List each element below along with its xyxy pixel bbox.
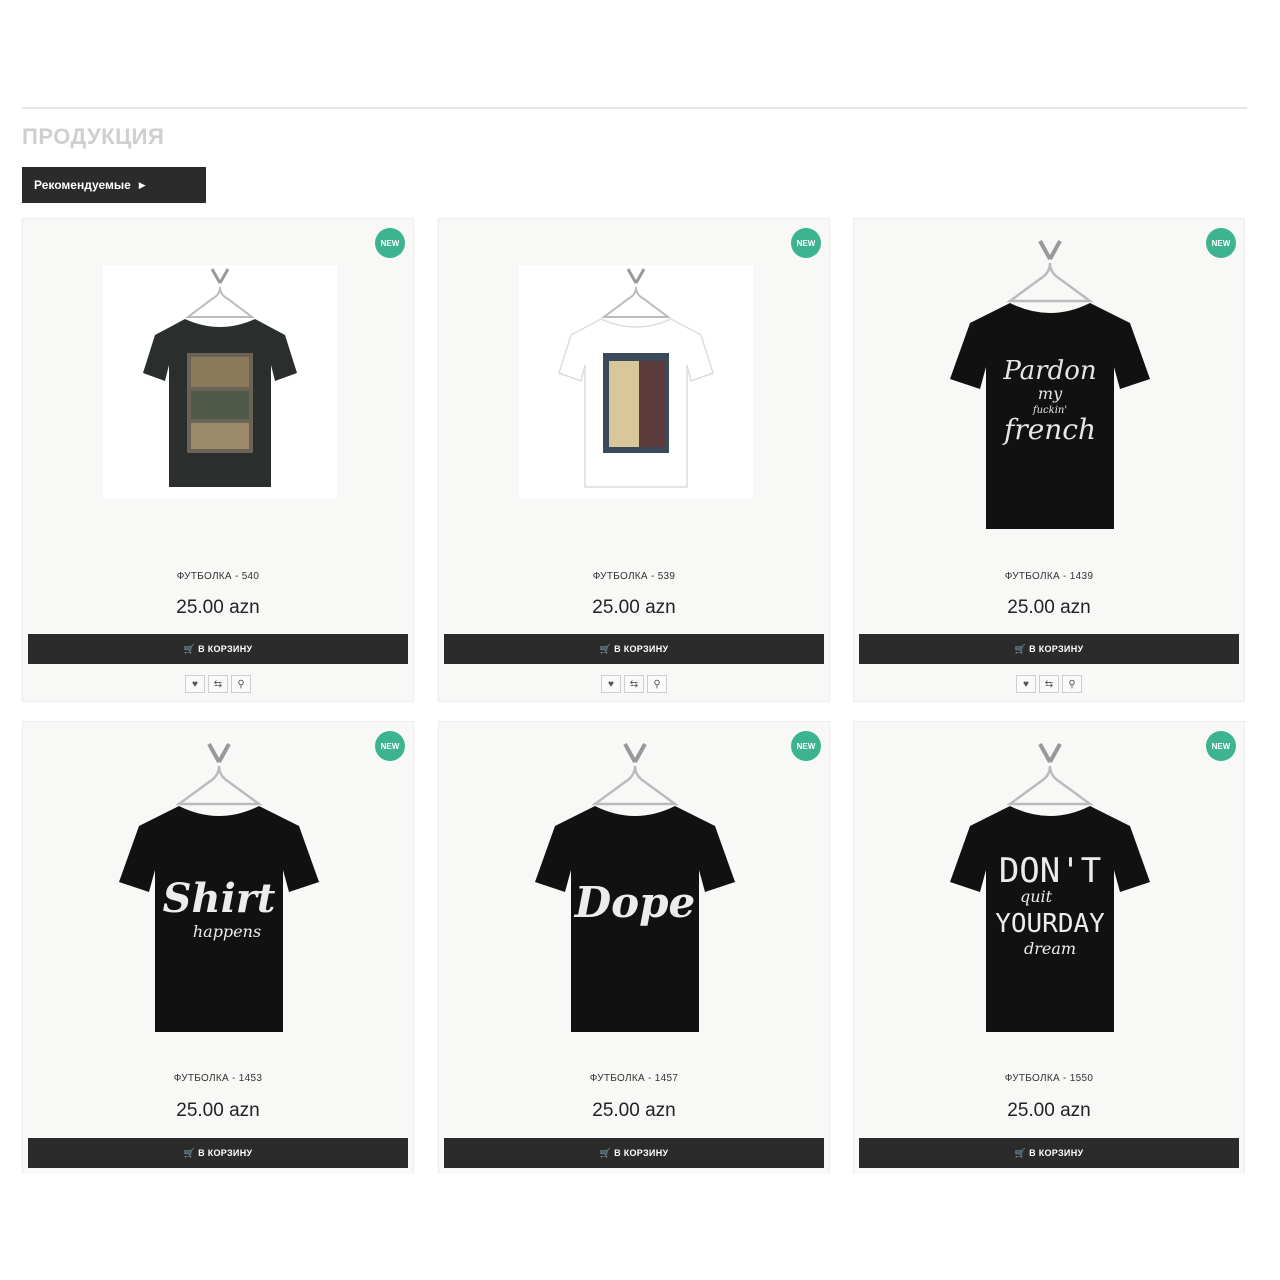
cart-icon: 🛒: [1014, 1147, 1027, 1158]
product-image[interactable]: [519, 265, 753, 499]
svg-text:dream: dream: [1024, 939, 1076, 958]
svg-text:Pardon: Pardon: [1002, 356, 1096, 386]
add-to-cart-button[interactable]: 🛒 В КОРЗИНУ: [859, 634, 1239, 664]
new-badge: NEW: [1206, 228, 1236, 258]
add-to-cart-label: В КОРЗИНУ: [198, 644, 253, 654]
product-card[interactable]: NEW ФУТБОЛКА - 540 25.00 azn 🛒 В КОРЗИНУ…: [22, 218, 414, 702]
product-price: 25.00 azn: [176, 1100, 260, 1121]
sort-dropdown-button[interactable]: Рекомендуемые ▶: [22, 167, 206, 203]
svg-text:Shirt: Shirt: [163, 875, 276, 922]
top-divider: [22, 107, 1247, 109]
product-card[interactable]: NEW Shirt happens ФУТБОЛКА - 1453 25.00 …: [22, 721, 414, 1174]
heart-icon[interactable]: ♥: [185, 675, 205, 693]
product-image[interactable]: Pardon my fuckin' french: [924, 229, 1176, 539]
product-title[interactable]: ФУТБОЛКА - 1439: [854, 571, 1244, 582]
new-badge: NEW: [1206, 731, 1236, 761]
add-to-cart-label: В КОРЗИНУ: [614, 1148, 669, 1158]
product-price: 25.00 azn: [176, 597, 260, 618]
add-to-cart-label: В КОРЗИНУ: [1029, 1148, 1084, 1158]
svg-text:quit: quit: [1020, 887, 1053, 906]
cart-icon: 🛒: [183, 1147, 196, 1158]
new-badge: NEW: [375, 228, 405, 258]
product-actions: ♥ ⇆ ⚲: [439, 675, 829, 693]
new-badge: NEW: [375, 731, 405, 761]
product-image[interactable]: DON'T quit YOURDAY dream: [924, 732, 1176, 1042]
search-icon[interactable]: ⚲: [1062, 675, 1082, 693]
product-card[interactable]: NEW ФУТБОЛКА - 539 25.00 azn 🛒 В КОРЗИНУ…: [438, 218, 830, 702]
search-icon[interactable]: ⚲: [231, 675, 251, 693]
section-title: ПРОДУКЦИЯ: [22, 124, 165, 149]
product-price: 25.00 azn: [592, 597, 676, 618]
product-title[interactable]: ФУТБОЛКА - 1457: [439, 1073, 829, 1084]
compare-icon[interactable]: ⇆: [208, 675, 228, 693]
add-to-cart-button[interactable]: 🛒 В КОРЗИНУ: [444, 1138, 824, 1168]
add-to-cart-label: В КОРЗИНУ: [614, 644, 669, 654]
product-image[interactable]: Dope: [509, 732, 761, 1042]
svg-text:my: my: [1038, 384, 1063, 403]
product-price: 25.00 azn: [592, 1100, 676, 1121]
cart-icon: 🛒: [599, 1147, 612, 1158]
product-price: 25.00 azn: [1007, 597, 1091, 618]
new-badge: NEW: [791, 228, 821, 258]
svg-text:DON'T: DON'T: [999, 851, 1101, 891]
cart-icon: 🛒: [183, 643, 196, 654]
caret-right-icon: ▶: [138, 179, 146, 190]
svg-text:french: french: [1002, 413, 1096, 446]
sort-label: Рекомендуемые: [34, 178, 131, 192]
product-card[interactable]: NEW Dope ФУТБОЛКА - 1457 25.00 azn 🛒 В К…: [438, 721, 830, 1174]
product-title[interactable]: ФУТБОЛКА - 1550: [854, 1073, 1244, 1084]
add-to-cart-label: В КОРЗИНУ: [1029, 644, 1084, 654]
add-to-cart-button[interactable]: 🛒 В КОРЗИНУ: [859, 1138, 1239, 1168]
new-badge: NEW: [791, 731, 821, 761]
product-price: 25.00 azn: [1007, 1100, 1091, 1121]
heart-icon[interactable]: ♥: [601, 675, 621, 693]
cart-icon: 🛒: [1014, 643, 1027, 654]
add-to-cart-label: В КОРЗИНУ: [198, 1148, 253, 1158]
product-image[interactable]: Shirt happens: [93, 732, 345, 1042]
svg-text:happens: happens: [193, 922, 261, 941]
product-title[interactable]: ФУТБОЛКА - 539: [439, 571, 829, 582]
cart-icon: 🛒: [599, 643, 612, 654]
product-image[interactable]: [103, 265, 337, 499]
product-card[interactable]: NEW Pardon my fuckin' french ФУТБОЛКА - …: [853, 218, 1245, 702]
product-title[interactable]: ФУТБОЛКА - 540: [23, 571, 413, 582]
svg-text:YOURDAY: YOURDAY: [995, 909, 1105, 939]
compare-icon[interactable]: ⇆: [624, 675, 644, 693]
product-card[interactable]: NEW DON'T quit YOURDAY dream ФУТБОЛКА - …: [853, 721, 1245, 1174]
search-icon[interactable]: ⚲: [647, 675, 667, 693]
compare-icon[interactable]: ⇆: [1039, 675, 1059, 693]
svg-text:Dope: Dope: [574, 878, 696, 927]
add-to-cart-button[interactable]: 🛒 В КОРЗИНУ: [28, 1138, 408, 1168]
product-title[interactable]: ФУТБОЛКА - 1453: [23, 1073, 413, 1084]
add-to-cart-button[interactable]: 🛒 В КОРЗИНУ: [28, 634, 408, 664]
product-actions: ♥ ⇆ ⚲: [23, 675, 413, 693]
heart-icon[interactable]: ♥: [1016, 675, 1036, 693]
add-to-cart-button[interactable]: 🛒 В КОРЗИНУ: [444, 634, 824, 664]
product-actions: ♥ ⇆ ⚲: [854, 675, 1244, 693]
